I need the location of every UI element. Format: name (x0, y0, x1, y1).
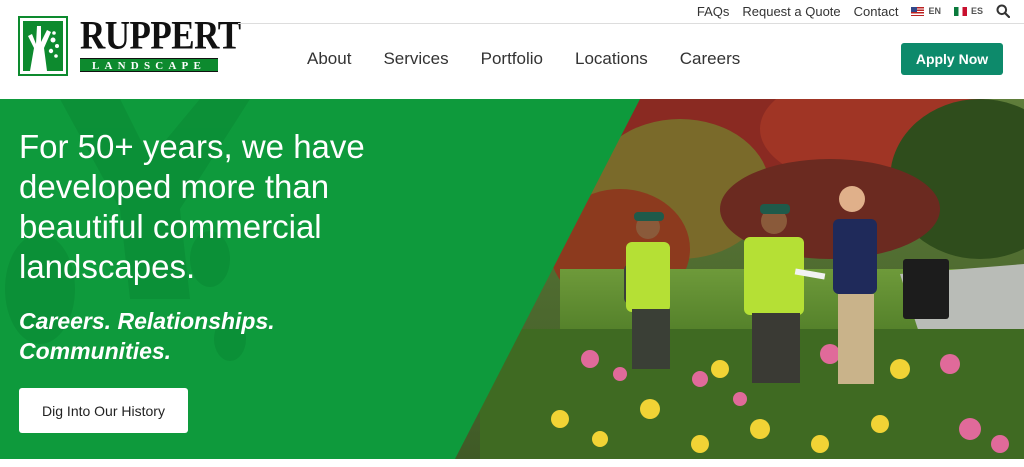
faqs-link[interactable]: FAQs (697, 4, 730, 19)
brand-tagline: LANDSCAPE (80, 58, 218, 72)
hero-section: For 50+ years, we have developed more th… (0, 99, 1024, 459)
site-header: RUPPERT LANDSCAPE FAQs Request a Quote C… (0, 0, 1024, 99)
dig-into-history-button[interactable]: Dig Into Our History (19, 388, 188, 433)
hero-subtitle: Careers. Relationships. Communities. (19, 306, 439, 366)
ruppert-logo[interactable]: RUPPERT LANDSCAPE (18, 12, 241, 76)
nav-portfolio[interactable]: Portfolio (481, 49, 543, 69)
nav-services[interactable]: Services (383, 49, 448, 69)
lang-en-option[interactable]: EN (911, 6, 941, 16)
bottom-strip (0, 459, 1024, 467)
lang-es-label: ES (970, 6, 983, 16)
contact-link[interactable]: Contact (854, 4, 899, 19)
apply-now-button[interactable]: Apply Now (901, 43, 1003, 75)
lang-es-option[interactable]: ES (953, 6, 983, 16)
hero-title: For 50+ years, we have developed more th… (19, 128, 365, 285)
nav-locations[interactable]: Locations (575, 49, 648, 69)
lang-en-label: EN (928, 6, 941, 16)
main-nav: About Services Portfolio Locations Caree… (307, 49, 740, 69)
utility-bar: FAQs Request a Quote Contact EN ES (697, 0, 1011, 22)
mexico-flag-icon (953, 6, 967, 16)
logo-wordmark: RUPPERT LANDSCAPE (80, 12, 241, 72)
tree-icon (18, 16, 68, 76)
hero-copy: For 50+ years, we have developed more th… (19, 127, 439, 366)
hero-subtitle-line2: Communities. (19, 338, 172, 364)
hero-subtitle-line1: Careers. Relationships. (19, 308, 275, 334)
utility-divider (238, 23, 1024, 24)
nav-about[interactable]: About (307, 49, 351, 69)
us-flag-icon (911, 6, 925, 16)
search-icon[interactable] (996, 4, 1011, 19)
request-quote-link[interactable]: Request a Quote (742, 4, 840, 19)
nav-careers[interactable]: Careers (680, 49, 740, 69)
brand-name: RUPPERT (80, 12, 241, 58)
